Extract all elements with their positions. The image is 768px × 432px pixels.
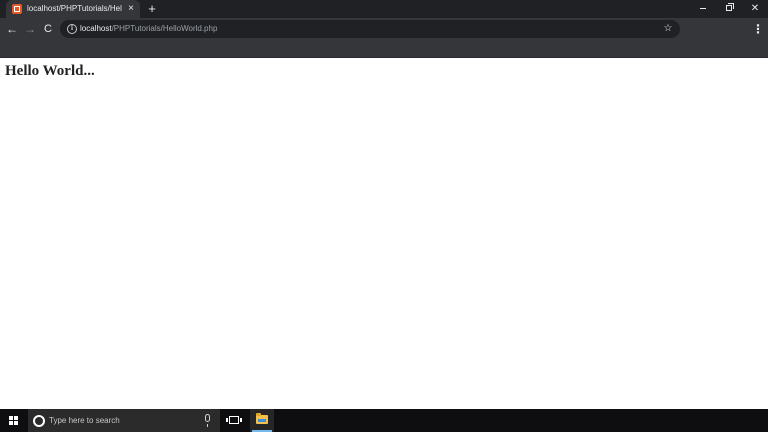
search-placeholder: Type here to search	[49, 416, 120, 425]
url-host: localhost	[80, 24, 112, 33]
site-info-icon[interactable]: i	[67, 24, 77, 34]
restore-icon	[726, 3, 734, 11]
windows-taskbar: Type here to search	[0, 409, 768, 432]
start-button[interactable]	[0, 409, 28, 432]
address-bar[interactable]: i localhost/PHPTutorials/HelloWorld.php …	[60, 20, 680, 38]
page-heading: Hello World...	[5, 63, 95, 79]
file-explorer-icon	[256, 413, 268, 424]
reload-button[interactable]: C	[41, 21, 55, 37]
microphone-icon[interactable]	[205, 414, 210, 427]
forward-button[interactable]: →	[23, 21, 37, 37]
screen: localhost/PHPTutorials/HelloWo × + ✕ ← →…	[0, 0, 768, 432]
page-viewport: Hello World...	[0, 58, 768, 409]
taskbar-search-box[interactable]: Type here to search	[28, 409, 220, 432]
bookmark-star-icon[interactable]: ☆	[662, 22, 674, 36]
cortana-icon	[33, 415, 45, 427]
windows-start-icon	[9, 416, 19, 426]
restore-button[interactable]	[716, 0, 742, 18]
url-text[interactable]: localhost/PHPTutorials/HelloWorld.php	[80, 23, 217, 35]
xampp-favicon-icon	[12, 4, 22, 14]
new-tab-button[interactable]: +	[145, 1, 159, 17]
browser-menu-icon[interactable]: ⋮	[752, 21, 764, 37]
bookmarks-bar	[0, 40, 768, 58]
browser-tab[interactable]: localhost/PHPTutorials/HelloWo ×	[6, 0, 140, 18]
file-explorer-button[interactable]	[250, 409, 274, 432]
task-view-button[interactable]	[222, 409, 246, 432]
task-view-icon	[226, 416, 242, 424]
tab-close-icon[interactable]: ×	[126, 3, 136, 15]
minimize-button[interactable]	[690, 0, 716, 18]
window-close-button[interactable]: ✕	[742, 0, 768, 18]
minimize-icon	[700, 8, 706, 9]
tab-title: localhost/PHPTutorials/HelloWo	[27, 4, 122, 13]
back-button[interactable]: ←	[5, 21, 19, 37]
url-path: /PHPTutorials/HelloWorld.php	[111, 24, 218, 33]
browser-toolbar: ← → C i localhost/PHPTutorials/HelloWorl…	[0, 18, 768, 40]
browser-titlebar: localhost/PHPTutorials/HelloWo × + ✕	[0, 0, 768, 18]
